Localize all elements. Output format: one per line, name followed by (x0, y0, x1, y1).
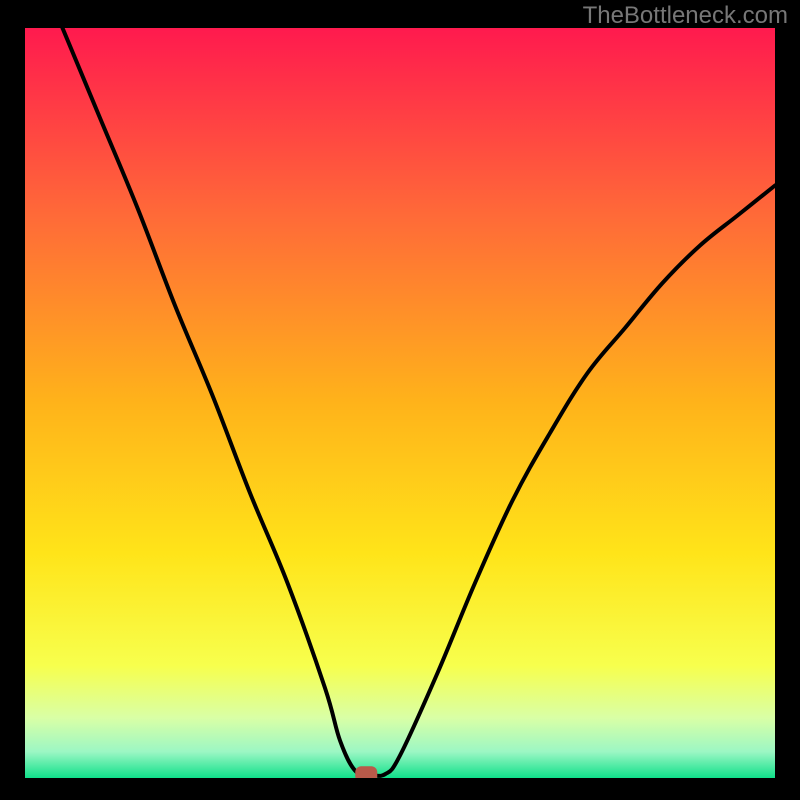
chart-container: TheBottleneck.com (0, 0, 800, 800)
chart-background (25, 28, 775, 778)
chart-svg (25, 28, 775, 778)
marker-dot (355, 766, 377, 778)
watermark-text: TheBottleneck.com (583, 2, 788, 30)
plot-area (25, 28, 775, 778)
